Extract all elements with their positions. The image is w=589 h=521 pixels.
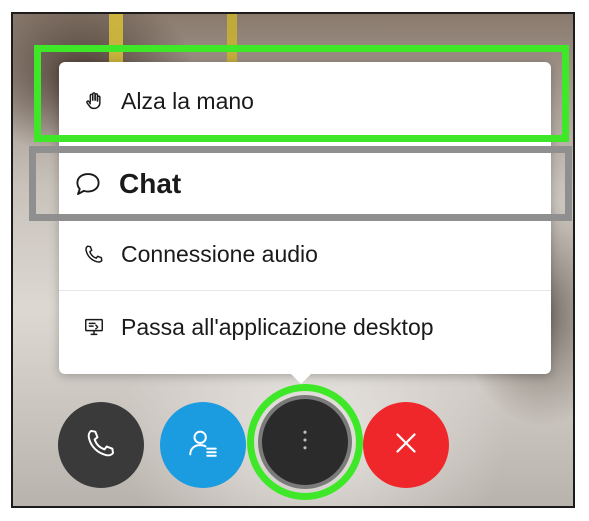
- more-options-button[interactable]: [262, 399, 348, 485]
- menu-item-audio-connection[interactable]: Connessione audio: [59, 218, 551, 290]
- participants-icon: [186, 426, 220, 465]
- menu-item-label: Passa all'applicazione desktop: [121, 313, 434, 340]
- close-icon: [389, 426, 423, 465]
- end-meeting-button[interactable]: [363, 402, 449, 488]
- chat-bubble-icon: [71, 167, 105, 201]
- menu-item-raise-hand[interactable]: Alza la mano: [59, 65, 551, 137]
- menu-item-label: Chat: [119, 168, 182, 199]
- more-vertical-icon: [288, 423, 322, 462]
- participants-button[interactable]: [160, 402, 246, 488]
- menu-divider: [59, 146, 551, 147]
- menu-item-switch-to-desktop-app[interactable]: Passa all'applicazione desktop: [59, 291, 551, 363]
- raise-hand-icon: [81, 88, 107, 114]
- menu-item-chat[interactable]: Chat: [59, 148, 551, 220]
- phone-icon: [81, 241, 107, 267]
- audio-call-button[interactable]: [58, 402, 144, 488]
- desktop-icon: [81, 314, 107, 340]
- menu-item-label: Connessione audio: [121, 240, 318, 267]
- more-options-menu: Alza la mano Chat Connessione audio Pass…: [59, 62, 551, 384]
- phone-icon: [84, 426, 118, 465]
- menu-item-label: Alza la mano: [121, 87, 254, 114]
